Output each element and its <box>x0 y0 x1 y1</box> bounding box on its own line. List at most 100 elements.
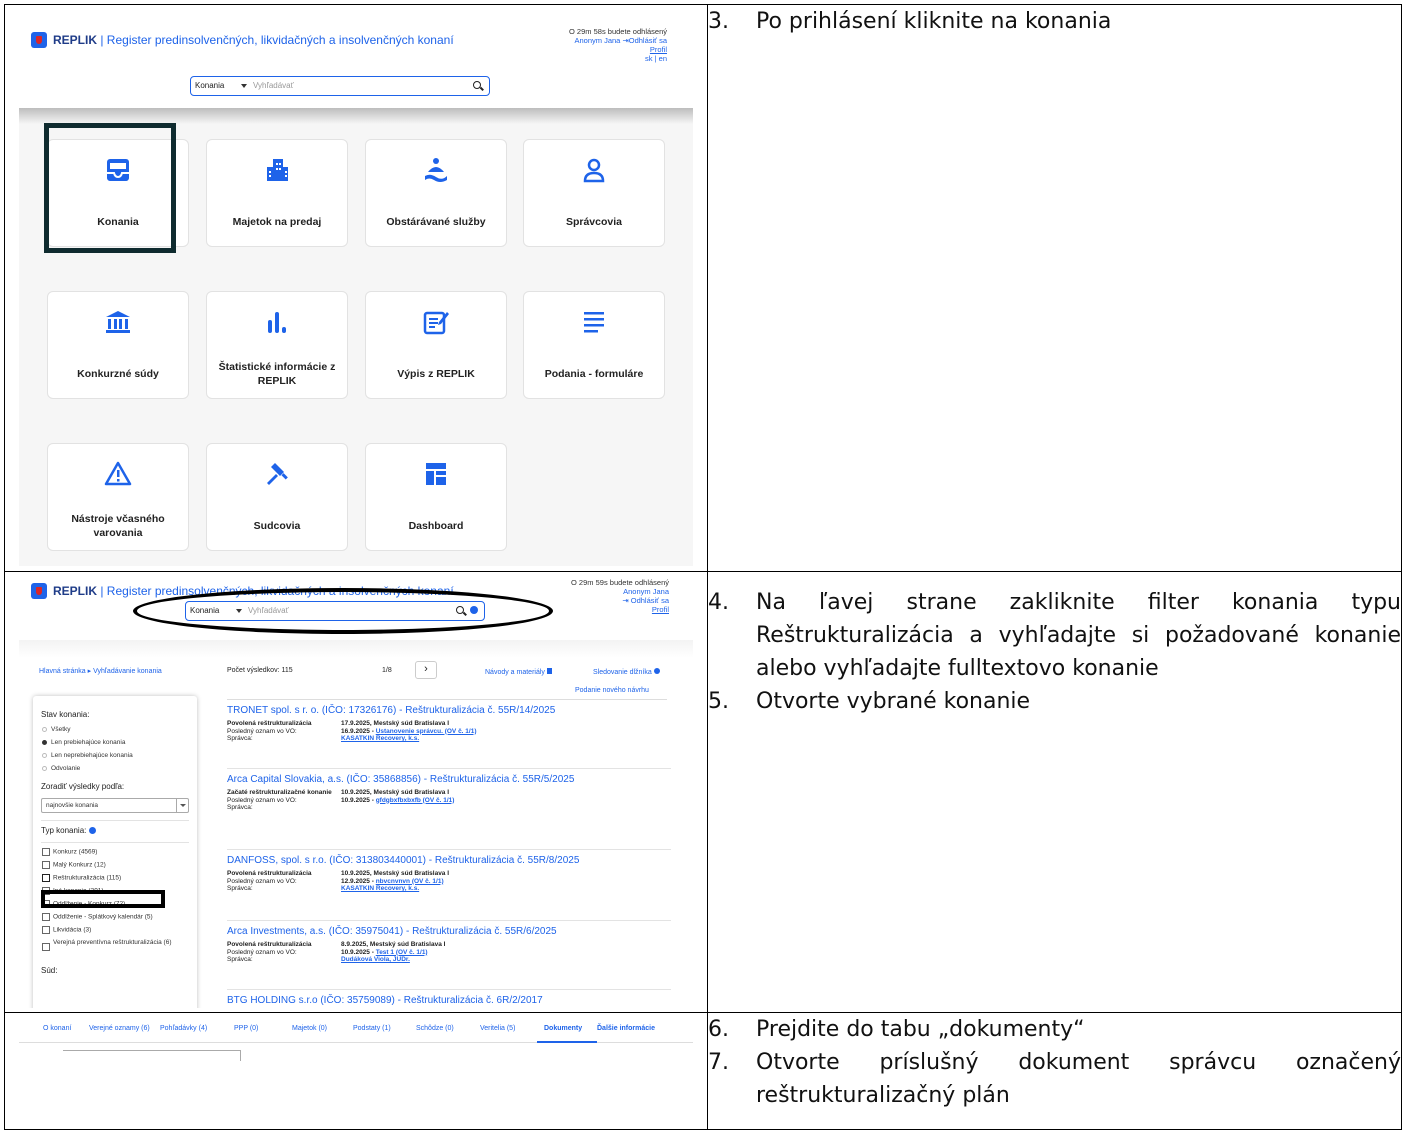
info-icon[interactable] <box>470 606 478 614</box>
search-bar[interactable]: Konania Vyhľadávať <box>185 601 485 621</box>
type-checkbox-maly-konkurz[interactable]: Malý Konkurz (12) <box>42 861 106 869</box>
type-checkbox-restrukturalizacia[interactable]: Reštrukturalizácia (115) <box>42 874 121 882</box>
status-option-running[interactable]: Len prebiehajúce konania <box>42 739 125 746</box>
tile-obstaravane[interactable]: Obstárávané služby <box>365 139 507 247</box>
user-name[interactable]: Anonym Jana <box>574 36 620 45</box>
tile-podania[interactable]: Podania - formuláre <box>523 291 665 399</box>
result-title-link[interactable]: Arca Investments, a.s. (IČO: 35975041) -… <box>227 926 557 937</box>
result-detail-key: Posledný oznam vo VO: <box>227 727 297 735</box>
search-input[interactable]: Vyhľadávať <box>253 81 294 90</box>
type-checkbox-ine[interactable]: Iné konania (391) <box>42 887 104 895</box>
result-detail-row: Správca: <box>227 804 574 812</box>
type-checkbox-oddlzenie-konkurz[interactable]: Oddlženie - Konkurz (72) <box>42 900 125 908</box>
result-detail-link[interactable]: Dudáková Viola, JUDr. <box>341 956 410 963</box>
sort-select[interactable]: najnovšie konania <box>41 798 189 813</box>
checkbox-icon <box>42 943 50 951</box>
screenshot-tabs-cell: O konaní Verejné oznamy (6) Pohľadávky (… <box>4 1012 708 1130</box>
tab-ppp[interactable]: PPP (0) <box>234 1025 258 1032</box>
breadcrumb[interactable]: Hlavná stránka ▸ Vyhľadávanie konania <box>39 667 162 675</box>
user-name[interactable]: Anonym Jana <box>571 587 669 596</box>
result-title-link[interactable]: DANFOSS, spol. s r.o. (IČO: 313803440001… <box>227 855 579 866</box>
logout-link[interactable]: Odhlásiť sa <box>631 596 669 605</box>
new-filing-link[interactable]: Podanie nového návrhu <box>575 687 649 694</box>
type-checkbox-konkurz[interactable]: Konkurz (4569) <box>42 848 97 856</box>
tab-verejne-oznamy[interactable]: Verejné oznamy (6) <box>89 1025 150 1032</box>
result-detail-link[interactable]: KASATKIN Recovery, k.s. <box>341 735 419 742</box>
type-checkbox-preventivna[interactable]: Verejná preventívna reštrukturalizácia (… <box>42 939 190 951</box>
result-detail-link[interactable]: Test 1 (OV č. 1/1) <box>376 949 428 956</box>
tile-spravcovia[interactable]: Správcovia <box>523 139 665 247</box>
tab-dalsie-informacie[interactable]: Ďalšie informácie <box>597 1025 655 1032</box>
language-switch[interactable]: sk | en <box>569 54 667 63</box>
result-divider <box>227 768 671 769</box>
next-page-button[interactable]: › <box>415 661 437 679</box>
result-item: BTG HOLDING s.r.o (IČO: 35759089) - Rešt… <box>227 995 543 1008</box>
tab-o-konani[interactable]: O konaní <box>43 1025 71 1032</box>
tab-podstaty[interactable]: Podstaty (1) <box>353 1025 391 1032</box>
track-debtor-link[interactable]: Sledovanie dlžníka <box>593 668 660 676</box>
status-option-all[interactable]: Všetky <box>42 726 71 733</box>
status-option-closed[interactable]: Len neprebiehajúce konania <box>42 752 133 759</box>
guides-link[interactable]: Návody a materiály <box>485 668 552 676</box>
search-type-select[interactable]: Konania <box>195 81 224 90</box>
result-detail-key: Posledný oznam vo VO: <box>227 877 297 885</box>
divider <box>41 842 189 843</box>
type-checkbox-likvidacia[interactable]: Likvidácia (3) <box>42 926 91 934</box>
result-detail-link[interactable]: Ustanovenie správcu. (OV č. 1/1) <box>376 728 477 735</box>
profile-link[interactable]: Profil <box>571 605 669 614</box>
checkbox-icon <box>42 887 50 895</box>
result-item: Arca Capital Slovakia, a.s. (IČO: 358688… <box>227 774 574 812</box>
tile-konkurzne-sudy[interactable]: Konkurzné súdy <box>47 291 189 399</box>
type-checkbox-oddlzenie-splatkovy[interactable]: Oddlženie - Splátkový kalendár (5) <box>42 913 153 921</box>
radio-icon <box>42 765 47 771</box>
search-icon[interactable] <box>456 606 464 614</box>
chevron-down-icon <box>236 609 242 613</box>
header-shadow <box>19 108 693 124</box>
result-divider <box>227 920 671 921</box>
tile-konania[interactable]: Konania <box>47 139 189 247</box>
result-detail-key: Správca: <box>227 885 253 892</box>
result-detail-text: 10.9.2025 - <box>341 796 376 804</box>
result-detail-text: 8.9.2025, Mestský súd Bratislava I <box>341 941 446 948</box>
tab-majetok[interactable]: Majetok (0) <box>292 1025 327 1032</box>
result-detail-link[interactable]: nbvcnvnvn (OV č. 1/1) <box>376 878 444 885</box>
tile-vypis[interactable]: Výpis z REPLIK <box>365 291 507 399</box>
search-type-select[interactable]: Konania <box>190 606 219 615</box>
result-detail-row: Povolená reštrukturalizácia 10.9.2025, Me… <box>227 870 579 878</box>
tile-majetok[interactable]: Majetok na predaj <box>206 139 348 247</box>
result-title-link[interactable]: BTG HOLDING s.r.o (IČO: 35759089) - Rešt… <box>227 995 543 1006</box>
tab-schodze[interactable]: Schôdze (0) <box>416 1025 454 1032</box>
result-title-link[interactable]: Arca Capital Slovakia, a.s. (IČO: 358688… <box>227 774 574 785</box>
result-detail-link[interactable]: KASATKIN Recovery, k.s. <box>341 885 419 892</box>
search-bar[interactable]: Konania Vyhľadávať <box>190 76 490 96</box>
profile-link[interactable]: Profil <box>569 45 667 54</box>
search-icon[interactable] <box>473 81 481 89</box>
tile-sudcovia[interactable]: Sudcovia <box>206 443 348 551</box>
status-option-appeal[interactable]: Odvolanie <box>42 765 80 772</box>
result-detail-text: 10.9.2025, Mestský súd Bratislava I <box>341 870 450 877</box>
result-detail-row: Začaté reštrukturalizačné konanie 10.9.20… <box>227 789 574 797</box>
tab-pohladavky[interactable]: Pohľadávky (4) <box>160 1025 207 1032</box>
tile-dashboard[interactable]: Dashboard <box>365 443 507 551</box>
tile-nastroje[interactable]: Nástroje včasného varovania <box>47 443 189 551</box>
search-input[interactable]: Vyhľadávať <box>248 606 289 615</box>
result-detail-value: 12.9.2025 - nbvcnvnvn (OV č. 1/1) <box>341 878 444 886</box>
step-4: 4. Na ľavej strane zakliknite filter kona… <box>708 590 1401 681</box>
radio-icon <box>42 752 47 758</box>
tab-dokumenty[interactable]: Dokumenty <box>544 1025 582 1032</box>
logout-link[interactable]: Odhlásiť sa <box>629 36 667 45</box>
screenshot-search-cell: REPLIK | Register predinsolvenčných, lik… <box>4 571 708 1013</box>
result-title-link[interactable]: TRONET spol. s r. o. (IČO: 17326176) - R… <box>227 705 555 716</box>
steps-list-3: 6. Prejdite do tabu „dokumenty“ 7. Otvorte… <box>708 1013 1401 1112</box>
result-divider <box>227 989 671 990</box>
result-detail-key: Správca: <box>227 956 253 963</box>
result-detail-link[interactable]: gfdgbxfbxbxfb (OV č. 1/1) <box>376 797 455 804</box>
result-item: DANFOSS, spol. s r.o. (IČO: 313803440001… <box>227 855 579 893</box>
tile-statisticke[interactable]: Štatistické informácie z REPLIK <box>206 291 348 399</box>
step-4-5-cell: 4. Na ľavej strane zakliknite filter kona… <box>707 571 1402 1013</box>
result-detail-text: 16.9.2025 - <box>341 727 376 735</box>
replik-brand: REPLIK | Register predinsolvenčných, lik… <box>53 33 454 47</box>
tab-veritelia[interactable]: Veritelia (5) <box>480 1025 515 1032</box>
chevron-down-icon <box>176 799 188 812</box>
person-icon <box>524 156 664 186</box>
